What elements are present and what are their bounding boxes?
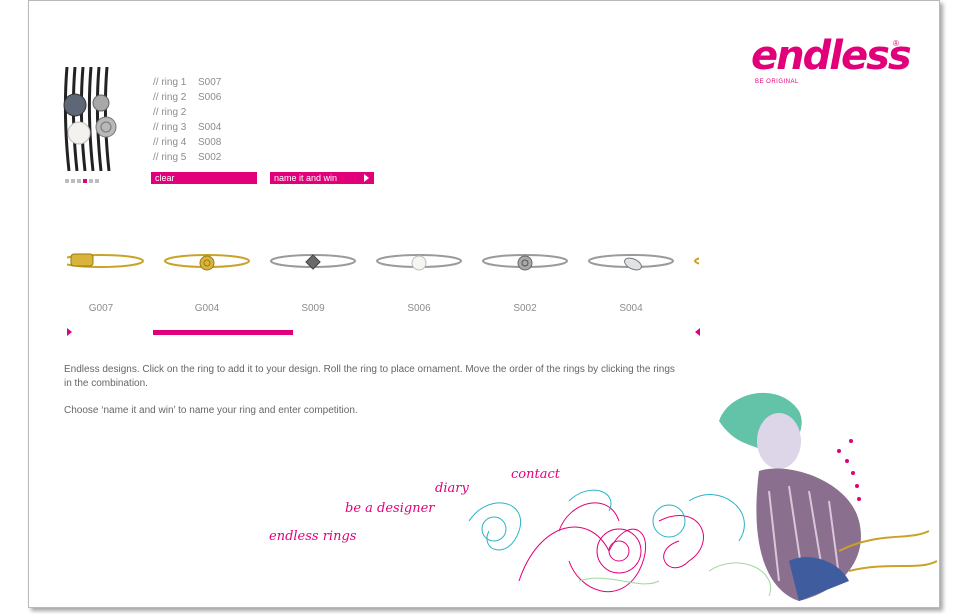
- ring-slot-code: S006: [198, 92, 222, 103]
- carousel-next-arrow-icon[interactable]: [695, 328, 700, 336]
- nav-diary-link[interactable]: diary: [435, 481, 469, 496]
- logo-tagline: BE ORIGINAL: [755, 79, 799, 85]
- ring-code: S009: [301, 303, 325, 314]
- ring-code: S006: [407, 303, 431, 314]
- clear-button[interactable]: clear: [151, 172, 257, 184]
- ring-slot[interactable]: // ring 2 S006: [153, 90, 221, 105]
- ring-slot-code: S002: [198, 152, 222, 163]
- ring-slot-label: // ring 2: [153, 107, 187, 118]
- ring-code: S004: [619, 303, 643, 314]
- name-it-and-win-button[interactable]: name it and win: [270, 172, 374, 184]
- silver-pearl-ring-icon: [376, 254, 462, 271]
- clear-button-label: clear: [155, 173, 175, 183]
- gold-ring-icon: [694, 257, 699, 265]
- ring-slot[interactable]: // ring 3 S004: [153, 120, 221, 135]
- ring-slot-label: // ring 1: [153, 77, 187, 88]
- ring-code: G004: [194, 303, 220, 314]
- ring-slot[interactable]: // ring 1 S007: [153, 75, 221, 90]
- ring-slot-code: S007: [198, 77, 222, 88]
- gold-bow-ring-icon: [67, 253, 144, 268]
- ring-combination-preview[interactable]: [59, 65, 119, 173]
- nav-endless-rings-link[interactable]: endless rings: [269, 529, 356, 544]
- carousel-prev-arrow-icon[interactable]: [67, 328, 72, 336]
- ring-slot-code: S008: [198, 137, 222, 148]
- pagination-dot[interactable]: [71, 179, 75, 183]
- ring-code: S002: [513, 303, 537, 314]
- silver-marquise-ring-icon: [588, 254, 674, 271]
- gold-rose-ring-icon: [164, 254, 250, 271]
- ring-item-s006[interactable]: S006: [369, 233, 469, 323]
- pagination-dot-active[interactable]: [83, 179, 87, 183]
- ring-slot[interactable]: // ring 4 S008: [153, 135, 221, 150]
- decorative-illustration: [468, 392, 938, 601]
- ring-carousel: G007 G004 S009 S006 S002 S004: [67, 233, 699, 333]
- ring-slot-list: // ring 1 S007 // ring 2 S006 // ring 2 //…: [153, 75, 221, 165]
- nav-contact-link[interactable]: contact: [511, 467, 560, 482]
- ring-slot-label: // ring 3: [153, 122, 187, 133]
- logo-text: endless: [751, 33, 912, 79]
- ring-slot[interactable]: // ring 5 S002: [153, 150, 221, 165]
- pagination-dot[interactable]: [77, 179, 81, 183]
- ring-item-g004[interactable]: G004: [157, 233, 257, 323]
- ring-item-g007[interactable]: G007: [67, 233, 151, 323]
- ring-code: G007: [88, 303, 114, 314]
- ring-item-s009[interactable]: S009: [263, 233, 363, 323]
- ring-slot[interactable]: // ring 2: [153, 105, 221, 120]
- logo-registered-mark: ®: [893, 39, 899, 48]
- silver-rose-ring-icon: [482, 254, 568, 271]
- ring-slot-code: S004: [198, 122, 222, 133]
- endless-logo[interactable]: endless ® BE ORIGINAL: [751, 33, 912, 93]
- pagination-dot[interactable]: [89, 179, 93, 183]
- play-arrow-icon: [364, 174, 369, 182]
- pagination-dot[interactable]: [95, 179, 99, 183]
- nav-be-a-designer-link[interactable]: be a designer: [345, 501, 434, 516]
- ring-item-s002[interactable]: S002: [475, 233, 575, 323]
- ring-item-partial[interactable]: [687, 233, 699, 323]
- name-it-and-win-label: name it and win: [274, 173, 338, 183]
- ring-item-s004[interactable]: S004: [581, 233, 681, 323]
- silver-square-stone-ring-icon: [270, 254, 356, 270]
- pagination-dot[interactable]: [65, 179, 69, 183]
- app-frame: endless ® BE ORIGINAL // ring 1 S007 // …: [28, 0, 940, 608]
- preview-pagination: [65, 179, 99, 183]
- ring-slot-label: // ring 5: [153, 152, 187, 163]
- ring-slot-label: // ring 2: [153, 92, 187, 103]
- ring-slot-label: // ring 4: [153, 137, 187, 148]
- carousel-scrollbar[interactable]: [153, 330, 293, 335]
